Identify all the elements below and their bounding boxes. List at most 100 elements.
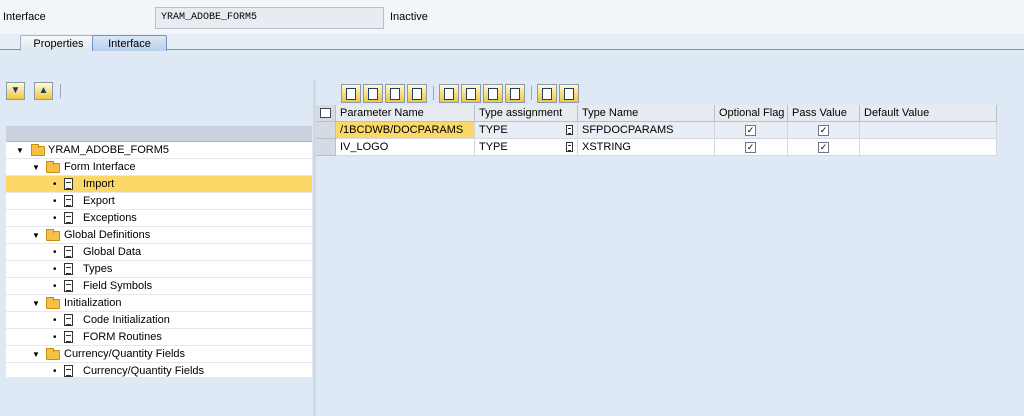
header-bar: Interface YRAM_ADOBE_FORM5 Inactive <box>0 0 1024 34</box>
type-name-cell[interactable]: XSTRING <box>578 139 715 156</box>
document-icon <box>64 212 73 224</box>
undo-button[interactable] <box>407 84 427 103</box>
document-icon <box>64 246 73 258</box>
toolbar-separator <box>60 84 61 98</box>
column-header-default-value[interactable]: Default Value <box>860 105 997 122</box>
tree-node-field-symbols[interactable]: • Field Symbols <box>6 278 312 295</box>
default-value-cell[interactable] <box>860 139 997 156</box>
bullet-icon: • <box>53 366 57 377</box>
value-help-icon[interactable] <box>566 142 573 152</box>
collapse-arrow-icon[interactable]: ▼ <box>32 227 40 244</box>
document-icon <box>64 195 73 207</box>
folder-icon <box>46 297 60 309</box>
find-button[interactable] <box>537 84 557 103</box>
tab-interface[interactable]: Interface <box>92 35 167 51</box>
column-header-pass-value[interactable]: Pass Value <box>788 105 860 122</box>
table-row: IV_LOGO TYPE XSTRING ✓ ✓ <box>316 139 997 156</box>
tree-node-form-routines[interactable]: • FORM Routines <box>6 329 312 346</box>
tab-strip: Properties Interface <box>0 34 1024 51</box>
type-assignment-value: TYPE <box>479 141 508 153</box>
expand-all-button[interactable]: ▼ <box>6 82 25 100</box>
column-header-type-assignment[interactable]: Type assignment <box>475 105 578 122</box>
tree-node-label: Types <box>83 263 113 275</box>
tree-node-export[interactable]: • Export <box>6 193 312 210</box>
tree-node-global-data[interactable]: • Global Data <box>6 244 312 261</box>
status-text: Inactive <box>390 11 428 23</box>
folder-icon <box>46 161 60 173</box>
tree-node-exceptions[interactable]: • Exceptions <box>6 210 312 227</box>
tree-node-import[interactable]: • Import <box>6 176 312 193</box>
find-next-button[interactable] <box>559 84 579 103</box>
tree-node-code-initialization[interactable]: • Code Initialization <box>6 312 312 329</box>
folder-icon <box>31 144 45 156</box>
find-icon <box>542 88 552 100</box>
delete-row-icon <box>488 88 498 100</box>
type-assignment-cell[interactable]: TYPE <box>475 122 578 139</box>
tree-node-label: Code Initialization <box>83 314 170 326</box>
tree-node-types[interactable]: • Types <box>6 261 312 278</box>
optional-flag-checkbox[interactable]: ✓ <box>745 142 756 153</box>
column-header-type-name[interactable]: Type Name <box>578 105 715 122</box>
tree-node-label: Global Data <box>83 246 142 258</box>
document-icon <box>64 178 73 190</box>
tab-properties[interactable]: Properties <box>20 35 97 51</box>
pass-value-checkbox[interactable]: ✓ <box>818 125 829 136</box>
type-assignment-cell[interactable]: TYPE <box>475 139 578 156</box>
collapse-arrow-icon[interactable]: ▼ <box>32 159 40 176</box>
tree-node-label: Global Definitions <box>64 229 151 241</box>
folder-icon <box>46 229 60 241</box>
tree-node-label: Import <box>83 178 115 190</box>
row-selector[interactable] <box>316 139 336 156</box>
column-header-parameter-name[interactable]: Parameter Name <box>336 105 475 122</box>
parameter-name-cell[interactable]: IV_LOGO <box>336 139 475 156</box>
new-row-button[interactable] <box>439 84 459 103</box>
delete-row-button[interactable] <box>483 84 503 103</box>
tree-node-initialization[interactable]: ▼ Initialization <box>6 295 312 312</box>
type-name-cell[interactable]: SFPDOCPARAMS <box>578 122 715 139</box>
bullet-icon: • <box>53 264 57 275</box>
bullet-icon: • <box>53 315 57 326</box>
interface-name-field[interactable]: YRAM_ADOBE_FORM5 <box>155 7 384 29</box>
bullet-icon: • <box>53 196 57 207</box>
document-icon <box>64 365 73 377</box>
default-value-cell[interactable] <box>860 122 997 139</box>
tree-node-label: YRAM_ADOBE_FORM5 <box>48 144 170 156</box>
paste-button[interactable] <box>385 84 405 103</box>
insert-row-button[interactable] <box>461 84 481 103</box>
tree-node-currency-quantity-fields[interactable]: • Currency/Quantity Fields <box>6 363 312 380</box>
paste-icon <box>390 88 400 100</box>
tree-node-form-interface[interactable]: ▼ Form Interface <box>6 159 312 176</box>
duplicate-row-icon <box>510 88 520 100</box>
optional-flag-cell: ✓ <box>715 139 788 156</box>
toolbar-separator <box>531 86 532 100</box>
collapse-all-button[interactable]: ▲ <box>34 82 53 100</box>
collapse-arrow-icon[interactable]: ▼ <box>16 142 24 159</box>
bullet-icon: • <box>53 247 57 258</box>
cut-button[interactable] <box>341 84 361 103</box>
tree-node-label: Exceptions <box>83 212 137 224</box>
tree-node-label: Initialization <box>64 297 122 309</box>
collapse-arrow-icon[interactable]: ▼ <box>32 346 40 363</box>
new-row-icon <box>444 88 454 100</box>
tree-node-label: FORM Routines <box>83 331 162 343</box>
tree-node-currency-quantity[interactable]: ▼ Currency/Quantity Fields <box>6 346 312 363</box>
document-icon <box>64 263 73 275</box>
tree-node-label: Currency/Quantity Fields <box>64 348 186 360</box>
tree-node-root[interactable]: ▼ YRAM_ADOBE_FORM5 <box>6 142 312 159</box>
select-all-cell[interactable] <box>316 105 336 122</box>
table-header-row: Parameter Name Type assignment Type Name… <box>316 105 997 122</box>
duplicate-row-button[interactable] <box>505 84 525 103</box>
optional-flag-checkbox[interactable]: ✓ <box>745 125 756 136</box>
bullet-icon: • <box>53 281 57 292</box>
tree-node-global-definitions[interactable]: ▼ Global Definitions <box>6 227 312 244</box>
tree-node-label: Form Interface <box>64 161 136 173</box>
value-help-icon[interactable] <box>566 125 573 135</box>
column-header-optional-flag[interactable]: Optional Flag <box>715 105 788 122</box>
document-icon <box>64 314 73 326</box>
row-selector[interactable] <box>316 122 336 139</box>
document-icon <box>64 280 73 292</box>
collapse-arrow-icon[interactable]: ▼ <box>32 295 40 312</box>
parameter-name-cell[interactable]: /1BCDWB/DOCPARAMS <box>336 122 475 139</box>
pass-value-checkbox[interactable]: ✓ <box>818 142 829 153</box>
copy-button[interactable] <box>363 84 383 103</box>
